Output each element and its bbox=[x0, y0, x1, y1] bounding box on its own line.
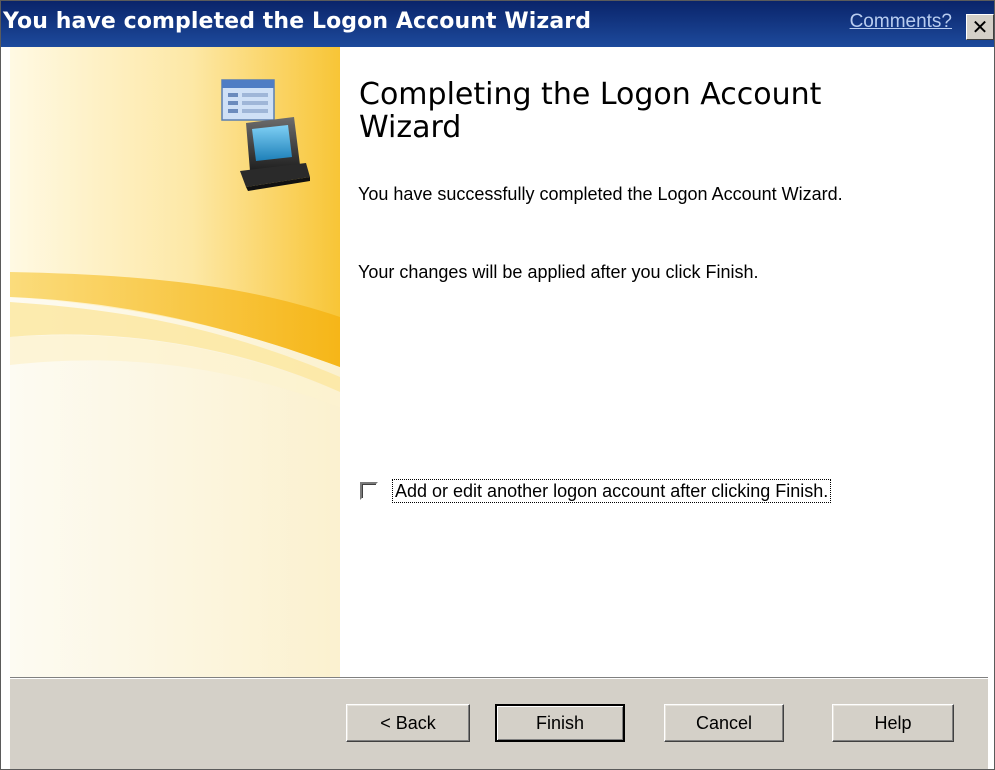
button-bar: < Back Finish Cancel Help bbox=[10, 677, 988, 769]
add-another-account-option[interactable]: Add or edit another logon account after … bbox=[360, 479, 832, 503]
finish-button[interactable]: Finish bbox=[495, 704, 625, 742]
help-button[interactable]: Help bbox=[832, 704, 954, 742]
close-icon: ✕ bbox=[971, 14, 989, 39]
add-another-account-checkbox[interactable] bbox=[360, 482, 378, 500]
wizard-window: You have completed the Logon Account Wiz… bbox=[0, 0, 995, 770]
add-another-account-label[interactable]: Add or edit another logon account after … bbox=[392, 479, 832, 503]
wizard-content: Completing the Logon Account Wizard You … bbox=[340, 47, 987, 677]
window-title: You have completed the Logon Account Wiz… bbox=[3, 9, 592, 34]
title-bar[interactable]: You have completed the Logon Account Wiz… bbox=[1, 1, 994, 47]
footer-divider bbox=[10, 677, 988, 679]
completion-message: You have successfully completed the Logo… bbox=[358, 184, 843, 204]
cancel-button[interactable]: Cancel bbox=[664, 704, 784, 742]
comments-link[interactable]: Comments? bbox=[850, 11, 952, 33]
close-button[interactable]: ✕ bbox=[966, 14, 994, 40]
back-button[interactable]: < Back bbox=[346, 704, 470, 742]
page-title: Completing the Logon Account Wizard bbox=[359, 77, 822, 145]
wizard-side-banner bbox=[10, 47, 340, 677]
apply-changes-message: Your changes will be applied after you c… bbox=[358, 262, 759, 282]
